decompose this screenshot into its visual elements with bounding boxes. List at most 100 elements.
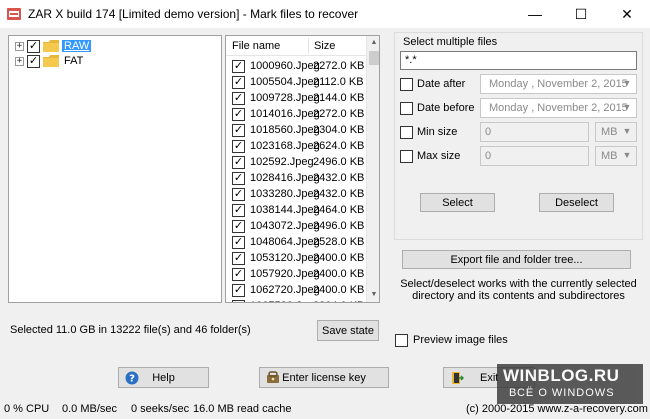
expand-icon[interactable]: + <box>15 41 24 51</box>
tree-checkbox-fat[interactable]: ✓ <box>27 54 40 68</box>
date-after-option[interactable]: Date after <box>400 77 465 91</box>
file-list-scrollbar[interactable]: ▲ ▼ <box>366 36 379 302</box>
file-row[interactable]: ✓ 1038144.Jpeg 2464.0 KB <box>226 202 366 218</box>
file-row[interactable]: ✓ 1053120.Jpeg 2400.0 KB <box>226 250 366 266</box>
max-size-input[interactable]: 0 <box>480 146 589 166</box>
file-name: 1023168.Jpeg <box>250 140 320 152</box>
max-size-checkbox[interactable] <box>400 149 413 163</box>
chevron-down-icon[interactable]: ▼ <box>621 126 633 138</box>
tree-checkbox-raw[interactable]: ✓ <box>27 39 40 53</box>
date-before-checkbox[interactable] <box>400 101 413 115</box>
file-row[interactable]: ✓ 1009728.Jpeg 2144.0 KB <box>226 90 366 106</box>
key-icon <box>267 371 279 383</box>
file-list[interactable]: File name Size ✓ 1000960.Jpeg 2272.0 KB ✓ 10… <box>225 35 380 303</box>
chevron-down-icon[interactable]: ▼ <box>621 78 633 90</box>
column-divider[interactable] <box>308 38 309 54</box>
column-header-name[interactable]: File name <box>232 40 280 52</box>
file-row[interactable]: ✓ 1057920.Jpeg 2400.0 KB <box>226 266 366 282</box>
file-checkbox[interactable]: ✓ <box>232 203 245 217</box>
select-button[interactable]: Select <box>420 193 495 212</box>
export-tree-button[interactable]: Export file and folder tree... <box>402 250 631 269</box>
file-checkbox[interactable]: ✓ <box>232 91 245 105</box>
deselect-button[interactable]: Deselect <box>539 193 614 212</box>
file-checkbox[interactable]: ✓ <box>232 235 245 249</box>
file-row[interactable]: ✓ 1000960.Jpeg 2272.0 KB <box>226 58 366 74</box>
preview-images-option[interactable]: Preview image files <box>395 333 508 347</box>
scroll-thumb[interactable] <box>369 51 379 65</box>
preview-images-label: Preview image files <box>413 334 508 346</box>
date-before-option[interactable]: Date before <box>400 101 474 115</box>
file-name: 1018560.Jpeg <box>250 124 320 136</box>
chevron-down-icon[interactable]: ▼ <box>621 102 633 114</box>
file-name: 1048064.Jpeg <box>250 236 320 248</box>
tree-item-raw[interactable]: + ✓ RAW <box>15 38 92 54</box>
file-checkbox[interactable]: ✓ <box>232 283 245 297</box>
help-line-2: directory and its contents and subdirect… <box>412 290 625 302</box>
date-after-picker[interactable]: Monday , November 2, 2015 ▼ <box>480 74 637 94</box>
tree-item-fat[interactable]: + ✓ FAT <box>15 53 85 69</box>
min-size-input[interactable]: 0 <box>480 122 589 142</box>
expand-icon[interactable]: + <box>15 56 24 66</box>
file-checkbox[interactable]: ✓ <box>232 187 245 201</box>
column-header-size[interactable]: Size <box>314 40 335 52</box>
file-checkbox[interactable]: ✓ <box>232 219 245 233</box>
file-name: 1062720.Jpeg <box>250 284 320 296</box>
min-size-checkbox[interactable] <box>400 125 413 139</box>
scroll-down-icon[interactable]: ▼ <box>367 288 379 302</box>
file-size: 2432.0 KB <box>313 188 365 200</box>
file-row[interactable]: ✓ 102592.Jpeg 2496.0 KB <box>226 154 366 170</box>
min-size-option[interactable]: Min size <box>400 125 457 139</box>
save-state-button[interactable]: Save state <box>317 320 379 341</box>
file-row[interactable]: ✓ 1014016.Jpeg 2272.0 KB <box>226 106 366 122</box>
title-bar: ZAR X build 174 [Limited demo version] -… <box>0 0 650 28</box>
file-mask-input[interactable]: *.* <box>400 51 637 70</box>
watermark-title: WINBLOG.RU <box>503 366 620 385</box>
file-row[interactable]: ✓ 1005504.Jpeg 2112.0 KB <box>226 74 366 90</box>
file-name: 102592.Jpeg <box>250 156 314 168</box>
file-name: 1028416.Jpeg <box>250 172 320 184</box>
date-before-picker[interactable]: Monday , November 2, 2015 ▼ <box>480 98 637 118</box>
select-multiple-group: Select multiple files *.* Date after Mon… <box>394 32 643 240</box>
file-checkbox[interactable]: ✓ <box>232 155 245 169</box>
file-row[interactable]: ✓ 1023168.Jpeg 2624.0 KB <box>226 138 366 154</box>
file-row[interactable]: ✓ 1048064.Jpeg 2528.0 KB <box>226 234 366 250</box>
folder-tree[interactable]: + ✓ RAW + ✓ FAT <box>8 35 222 303</box>
chevron-down-icon[interactable]: ▼ <box>621 150 633 162</box>
help-button[interactable]: ? Help <box>118 367 209 388</box>
file-checkbox[interactable]: ✓ <box>232 59 245 73</box>
close-button[interactable]: ✕ <box>604 0 650 28</box>
enter-license-button[interactable]: Enter license key <box>259 367 389 388</box>
file-size: 2496.0 KB <box>313 156 365 168</box>
file-checkbox[interactable]: ✓ <box>232 299 245 302</box>
preview-images-checkbox[interactable] <box>395 333 408 347</box>
file-checkbox[interactable]: ✓ <box>232 75 245 89</box>
file-name: 1043072.Jpeg <box>250 220 320 232</box>
help-icon: ? <box>125 371 139 385</box>
file-checkbox[interactable]: ✓ <box>232 139 245 153</box>
file-list-header: File name Size <box>226 36 366 56</box>
file-row[interactable]: ✓ 1018560.Jpeg 2304.0 KB <box>226 122 366 138</box>
file-checkbox[interactable]: ✓ <box>232 267 245 281</box>
max-size-unit-select[interactable]: MB ▼ <box>595 146 637 166</box>
max-size-unit: MB <box>601 150 618 162</box>
file-size: 2112.0 KB <box>313 76 364 88</box>
file-row[interactable]: ✓ 1028416.Jpeg 2432.0 KB <box>226 170 366 186</box>
minimize-button[interactable]: — <box>512 0 558 28</box>
status-read-rate: 0.0 MB/sec <box>62 403 118 415</box>
help-line-1: Select/deselect works with the currently… <box>400 278 637 290</box>
min-size-unit-select[interactable]: MB ▼ <box>595 122 637 142</box>
file-checkbox[interactable]: ✓ <box>232 123 245 137</box>
maximize-button[interactable]: ☐ <box>558 0 604 28</box>
max-size-option[interactable]: Max size <box>400 149 460 163</box>
scroll-up-icon[interactable]: ▲ <box>367 36 379 50</box>
file-checkbox[interactable]: ✓ <box>232 251 245 265</box>
file-checkbox[interactable]: ✓ <box>232 171 245 185</box>
file-row[interactable]: ✓ 1033280.Jpeg 2432.0 KB <box>226 186 366 202</box>
file-row[interactable]: ✓ 1067520.Jpeg2304.0 KB <box>226 298 366 302</box>
file-row[interactable]: ✓ 1062720.Jpeg 2400.0 KB <box>226 282 366 298</box>
file-checkbox[interactable]: ✓ <box>232 107 245 121</box>
file-size: 2272.0 KB <box>313 108 365 120</box>
file-row[interactable]: ✓ 1043072.Jpeg 2496.0 KB <box>226 218 366 234</box>
status-bar: 0 % CPU 0.0 MB/sec 0 seeks/sec 16.0 MB r… <box>0 400 650 419</box>
date-after-checkbox[interactable] <box>400 77 413 91</box>
